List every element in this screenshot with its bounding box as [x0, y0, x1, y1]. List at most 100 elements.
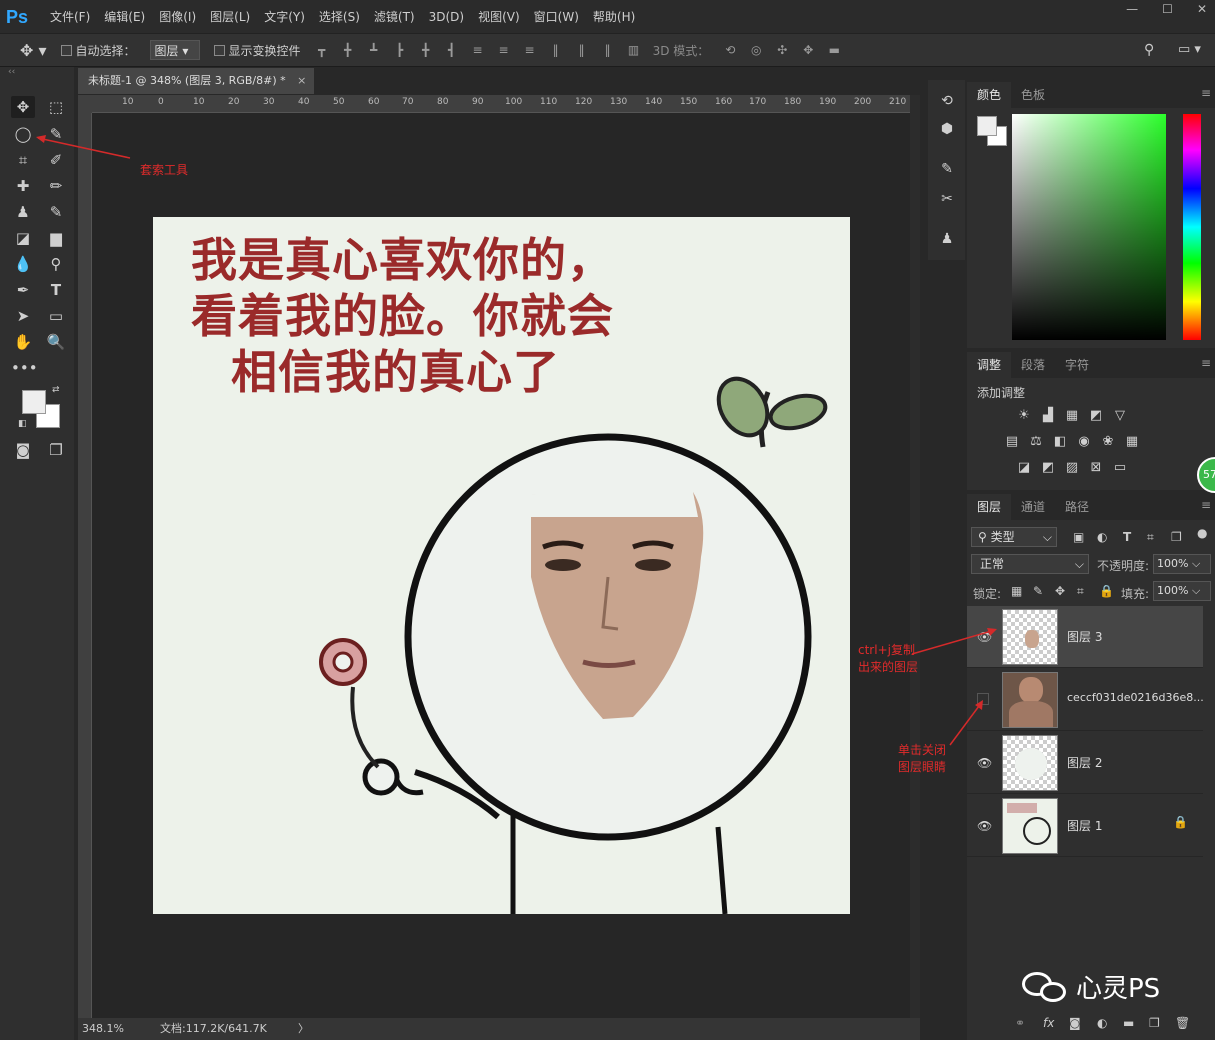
type-tool-icon[interactable]: T: [44, 279, 68, 301]
filter-toggle-icon[interactable]: ●: [1197, 526, 1207, 540]
layer-row[interactable]: ceccf031de0216d36e8...: [967, 669, 1204, 731]
menu-file[interactable]: 文件(F): [50, 8, 90, 25]
new-layer-icon[interactable]: ❐: [1149, 1016, 1160, 1030]
history-icon[interactable]: ⟲: [936, 90, 958, 112]
menu-layer[interactable]: 图层(L): [210, 8, 250, 25]
pen-tool-icon[interactable]: ✒: [11, 279, 35, 301]
tab-swatches[interactable]: 色板: [1011, 82, 1055, 108]
lock-transparent-icon[interactable]: ▦: [1011, 584, 1022, 598]
3d-camera-icon[interactable]: ▬: [827, 43, 841, 57]
invert-icon[interactable]: ◪: [1015, 460, 1033, 476]
posterize-icon[interactable]: ◩: [1039, 460, 1057, 476]
default-colors-icon[interactable]: ◧: [18, 419, 27, 429]
fill-field[interactable]: 100% ⌵: [1153, 581, 1211, 601]
history-brush-tool-icon[interactable]: ✎: [44, 201, 68, 223]
healing-brush-tool-icon[interactable]: ✚: [11, 175, 35, 197]
photo-filter-icon[interactable]: ◉: [1075, 434, 1093, 450]
tab-adjustments[interactable]: 调整: [967, 352, 1012, 378]
layer-filter-dropdown[interactable]: ⚲ 类型 ⌵: [971, 527, 1057, 547]
canvas-vertical-scrollbar[interactable]: [910, 95, 920, 1018]
layer-style-icon[interactable]: fx: [1043, 1016, 1054, 1030]
curves-icon[interactable]: ▦: [1063, 408, 1081, 424]
hue-slider[interactable]: [1183, 114, 1201, 340]
color-balance-icon[interactable]: ⚖: [1027, 434, 1045, 450]
show-transform-checkbox[interactable]: [213, 44, 225, 56]
panel-menu-icon[interactable]: ≡: [1201, 86, 1211, 100]
3d-slide-icon[interactable]: ✥: [801, 43, 815, 57]
eyedropper-tool-icon[interactable]: ✐: [44, 149, 68, 171]
rectangle-tool-icon[interactable]: ▭: [44, 305, 68, 327]
exposure-icon[interactable]: ◩: [1087, 408, 1105, 424]
eraser-tool-icon[interactable]: ◪: [11, 227, 35, 249]
panel-menu-icon[interactable]: ≡: [1201, 356, 1211, 370]
show-transform-option[interactable]: 显示变换控件: [213, 42, 301, 59]
3d-roll-icon[interactable]: ◎: [749, 43, 763, 57]
color-lookup-icon[interactable]: ▦: [1123, 434, 1141, 450]
3d-rotate-icon[interactable]: ⟲: [723, 43, 737, 57]
new-adjustment-icon[interactable]: ◐: [1097, 1016, 1107, 1030]
layer-thumbnail[interactable]: [1002, 609, 1058, 665]
eye-icon[interactable]: 👁: [977, 630, 992, 644]
move-tool-icon[interactable]: ✥: [11, 96, 35, 118]
menu-view[interactable]: 视图(V): [478, 8, 520, 25]
filter-smart-icon[interactable]: ❐: [1171, 530, 1182, 544]
align-left-icon[interactable]: ┣: [393, 43, 407, 57]
zoom-tool-icon[interactable]: 🔍: [44, 331, 68, 353]
zoom-level[interactable]: 348.1%: [82, 1018, 124, 1040]
align-hcenter-icon[interactable]: ╋: [419, 43, 433, 57]
foreground-color-swatch[interactable]: [22, 390, 46, 414]
blur-tool-icon[interactable]: 💧: [11, 253, 35, 275]
distribute-right-icon[interactable]: ‖: [601, 43, 615, 57]
layer-thumbnail[interactable]: [1002, 672, 1058, 728]
filter-pixel-icon[interactable]: ▣: [1073, 530, 1084, 544]
layer-name[interactable]: 图层 3: [1067, 628, 1102, 645]
tab-color[interactable]: 颜色: [967, 82, 1012, 108]
3d-panel-icon[interactable]: ⬢: [936, 118, 958, 140]
menu-window[interactable]: 窗口(W): [534, 8, 579, 25]
eye-icon[interactable]: 👁: [977, 756, 992, 770]
document-tab[interactable]: 未标题-1 @ 348% (图层 3, RGB/8#) * ×: [78, 68, 314, 94]
panel-menu-icon[interactable]: ≡: [1201, 498, 1211, 512]
tool-presets-icon[interactable]: ✂: [936, 188, 958, 210]
clone-stamp-tool-icon[interactable]: ♟: [11, 201, 35, 223]
eye-hidden-icon[interactable]: [977, 693, 989, 705]
hue-saturation-icon[interactable]: ▤: [1003, 434, 1021, 450]
align-top-icon[interactable]: ┳: [315, 43, 329, 57]
vibrance-icon[interactable]: ▽: [1111, 408, 1129, 424]
tab-paths[interactable]: 路径: [1055, 494, 1099, 520]
align-bottom-icon[interactable]: ┻: [367, 43, 381, 57]
maximize-icon[interactable]: ☐: [1162, 2, 1173, 16]
tab-layers[interactable]: 图层: [967, 494, 1012, 520]
threshold-icon[interactable]: ▨: [1063, 460, 1081, 476]
tab-channels[interactable]: 通道: [1011, 494, 1055, 520]
layer-row[interactable]: 👁 图层 1 🔒: [967, 795, 1203, 857]
layer-name[interactable]: 图层 2: [1067, 754, 1102, 771]
filter-type-icon[interactable]: T: [1123, 530, 1131, 544]
lock-artboard-icon[interactable]: ⌗: [1077, 584, 1084, 599]
distribute-vcenter-icon[interactable]: ≡: [497, 43, 511, 57]
blend-mode-dropdown[interactable]: 正常 ⌵: [971, 554, 1089, 574]
new-group-icon[interactable]: ▬: [1123, 1016, 1134, 1030]
crop-tool-icon[interactable]: ⌗: [11, 149, 35, 171]
marquee-tool-icon[interactable]: ⬚: [44, 96, 68, 118]
distribute-bottom-icon[interactable]: ≡: [523, 43, 537, 57]
tab-paragraph[interactable]: 段落: [1011, 352, 1055, 378]
lock-all-icon[interactable]: 🔒: [1099, 584, 1114, 598]
lock-position-icon[interactable]: ✥: [1055, 584, 1065, 598]
workspace-icon[interactable]: ▭ ▾: [1178, 42, 1201, 57]
layer-row[interactable]: 👁 图层 2: [967, 732, 1203, 794]
more-tools-icon[interactable]: •••: [11, 357, 38, 379]
close-icon[interactable]: ✕: [1197, 2, 1207, 16]
auto-select-checkbox[interactable]: [60, 44, 72, 56]
quick-mask-icon[interactable]: ◙: [11, 439, 35, 461]
lock-image-icon[interactable]: ✎: [1033, 584, 1043, 598]
add-mask-icon[interactable]: ◙: [1069, 1016, 1081, 1030]
opacity-field[interactable]: 100% ⌵: [1153, 554, 1211, 574]
layer-name[interactable]: ceccf031de0216d36e8...: [1067, 691, 1204, 704]
filter-shape-icon[interactable]: ⌗: [1147, 530, 1154, 545]
layer-row[interactable]: 👁 图层 3: [967, 606, 1203, 668]
layer-name[interactable]: 图层 1: [1067, 817, 1102, 834]
quick-select-tool-icon[interactable]: ✎: [44, 123, 68, 145]
align-vcenter-icon[interactable]: ╋: [341, 43, 355, 57]
brush-settings-icon[interactable]: ✎: [936, 158, 958, 180]
